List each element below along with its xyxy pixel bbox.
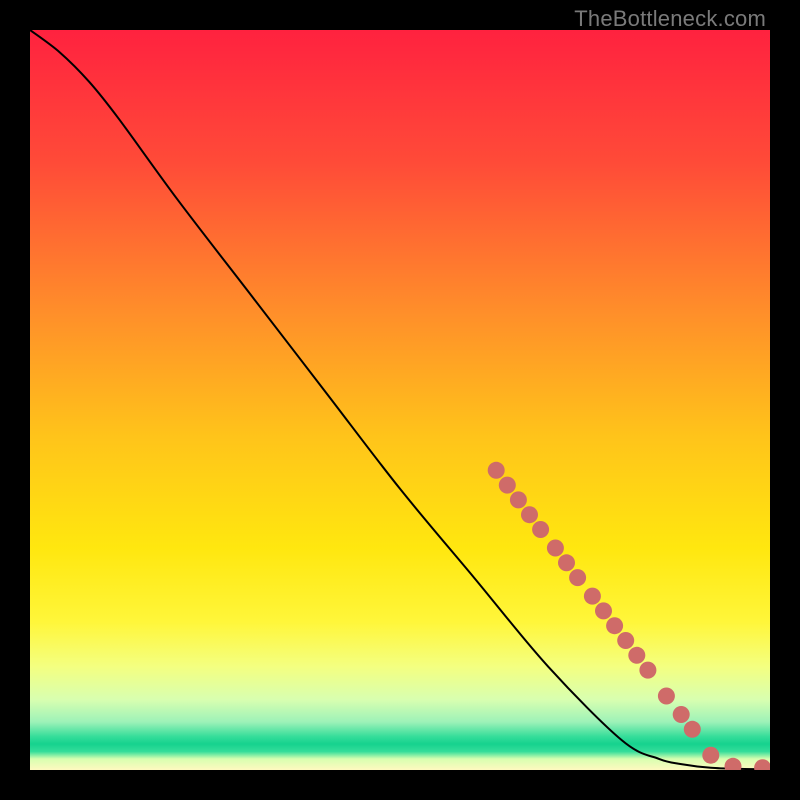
data-marker [628, 647, 645, 664]
data-marker [488, 462, 505, 479]
data-marker [606, 617, 623, 634]
data-marker [673, 706, 690, 723]
data-marker [499, 477, 516, 494]
data-marker [639, 662, 656, 679]
data-marker [617, 632, 634, 649]
bottleneck-chart [30, 30, 770, 770]
data-marker [558, 554, 575, 571]
data-marker [702, 747, 719, 764]
watermark-text: TheBottleneck.com [574, 6, 766, 32]
data-marker [569, 569, 586, 586]
data-marker [658, 688, 675, 705]
data-marker [584, 588, 601, 605]
data-marker [684, 721, 701, 738]
chart-frame [30, 30, 770, 770]
data-marker [521, 506, 538, 523]
data-marker [547, 540, 564, 557]
data-marker [595, 602, 612, 619]
gradient-background [30, 30, 770, 770]
data-marker [510, 491, 527, 508]
data-marker [532, 521, 549, 538]
